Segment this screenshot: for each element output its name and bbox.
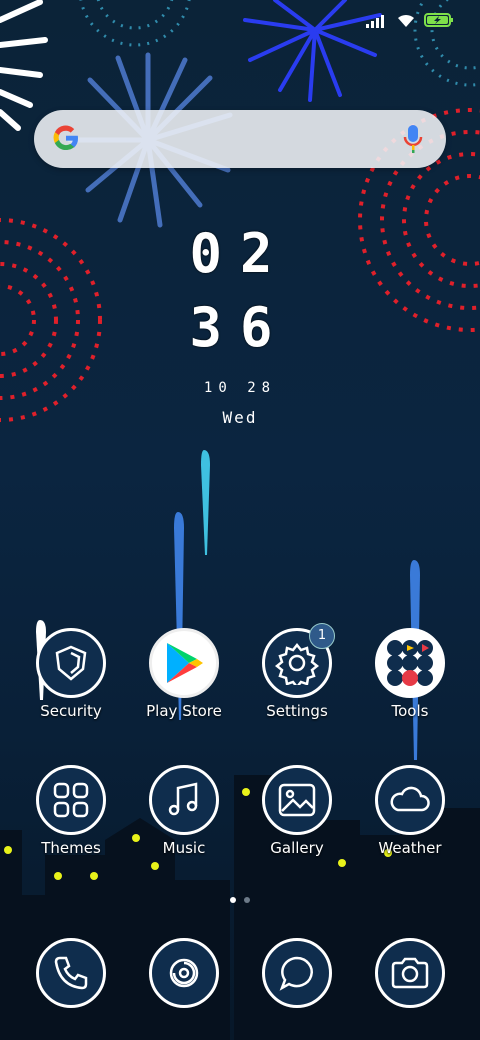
themes-icon xyxy=(36,765,106,835)
wifi-icon xyxy=(398,14,414,27)
mic-icon[interactable] xyxy=(402,124,424,154)
app-music[interactable]: Music xyxy=(128,765,240,857)
page-dot-active[interactable] xyxy=(230,897,236,903)
cloud-icon xyxy=(375,765,445,835)
clock-weekday: Wed xyxy=(222,408,258,427)
clock-hours[interactable]: 02 xyxy=(0,222,480,285)
notification-badge: 1 xyxy=(309,623,335,649)
dock-contacts[interactable] xyxy=(128,938,240,1008)
app-label: Music xyxy=(162,839,206,857)
gallery-icon xyxy=(262,765,332,835)
contacts-icon xyxy=(149,938,219,1008)
page-indicator xyxy=(0,897,480,903)
dock-phone[interactable] xyxy=(15,938,127,1008)
music-note-icon xyxy=(149,765,219,835)
google-search-bar[interactable] xyxy=(34,110,446,168)
app-themes[interactable]: Themes xyxy=(15,765,127,857)
clock-minutes[interactable]: 36 xyxy=(0,296,480,359)
clock-date: 10 28 xyxy=(203,380,277,396)
app-label: Tools xyxy=(391,702,429,720)
app-label: Security xyxy=(40,702,102,720)
status-bar xyxy=(366,12,454,28)
messages-icon xyxy=(262,938,332,1008)
app-label: Play Store xyxy=(146,702,222,720)
camera-icon xyxy=(375,938,445,1008)
app-settings[interactable]: 1 Settings xyxy=(241,623,353,720)
battery-charging-icon xyxy=(424,13,453,27)
phone-icon xyxy=(36,938,106,1008)
folder-tools[interactable]: Tools xyxy=(354,628,466,720)
dock-messages[interactable] xyxy=(241,938,353,1008)
app-label: Gallery xyxy=(270,839,324,857)
app-label: Settings xyxy=(266,702,328,720)
app-gallery[interactable]: Gallery xyxy=(241,765,353,857)
gear-icon: 1 xyxy=(262,623,335,698)
app-weather[interactable]: Weather xyxy=(354,765,466,857)
signal-icon xyxy=(366,15,384,28)
app-security[interactable]: Security xyxy=(15,628,127,720)
dock-camera[interactable] xyxy=(354,938,466,1008)
google-logo-icon xyxy=(53,125,79,151)
shield-icon xyxy=(36,628,106,698)
play-store-icon xyxy=(149,628,219,698)
app-label: Themes xyxy=(41,839,101,857)
page-dot[interactable] xyxy=(244,897,250,903)
app-label: Weather xyxy=(378,839,442,857)
app-play-store[interactable]: Play Store xyxy=(128,628,240,720)
folder-grid-icon xyxy=(375,628,445,698)
